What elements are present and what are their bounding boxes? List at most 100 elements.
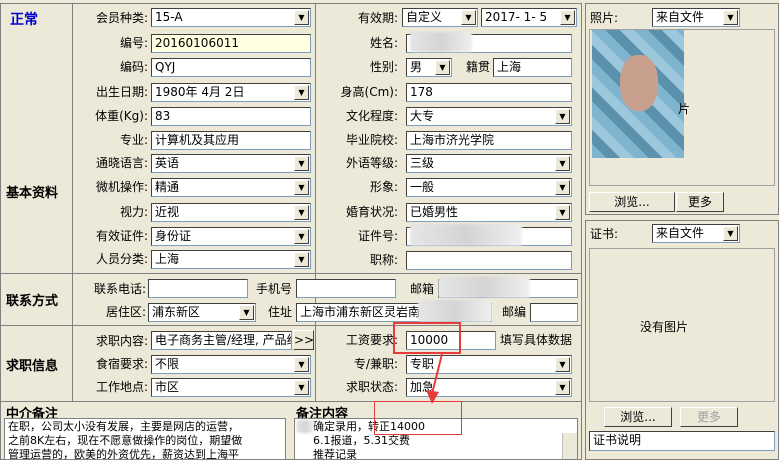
height-field[interactable]: 178 <box>406 83 572 102</box>
job-content-field[interactable]: 电子商务主管/经理, 产品经 <box>151 331 292 350</box>
email-redaction <box>438 276 530 298</box>
birth-date-label: 出生日期: <box>95 85 148 99</box>
certificate-source-value: 来自文件 <box>656 226 705 240</box>
major-field[interactable]: 计算机及其应用 <box>151 131 311 150</box>
major-label: 专业: <box>119 133 148 147</box>
chevron-down-icon[interactable]: ▼ <box>723 226 738 241</box>
weight-field[interactable]: 83 <box>151 107 311 126</box>
chevron-down-icon[interactable]: ▼ <box>294 85 309 100</box>
status-label: 正常 <box>10 12 38 28</box>
remark-line: 推荐记录 <box>313 448 357 460</box>
education-select[interactable]: 大专 ▼ <box>406 107 572 126</box>
photo-face <box>620 55 658 111</box>
chevron-down-icon[interactable]: ▼ <box>555 109 570 124</box>
marital-select[interactable]: 已婚男性 ▼ <box>406 203 572 222</box>
meal-select[interactable]: 不限 ▼ <box>151 355 311 374</box>
number-label: 编号: <box>119 36 148 50</box>
chevron-down-icon[interactable]: ▼ <box>461 10 476 25</box>
chevron-down-icon[interactable]: ▼ <box>555 380 570 395</box>
chevron-down-icon[interactable]: ▼ <box>560 10 575 25</box>
height-label: 身高(Cm): <box>340 85 398 99</box>
section-divider-job <box>0 401 582 402</box>
agency-note-textarea[interactable]: 在职，公司太小没有发展，主要是网店的运营， 之前8K左右，现在不愿意做操作的岗位… <box>4 418 286 460</box>
category-select[interactable]: 上海 ▼ <box>151 250 311 269</box>
vision-value: 近视 <box>155 205 180 219</box>
chevron-down-icon[interactable]: ▼ <box>294 205 309 220</box>
education-label: 文化程度: <box>345 109 398 123</box>
salary-highlight-box <box>393 322 461 354</box>
postcode-field[interactable] <box>530 303 578 322</box>
chevron-down-icon[interactable]: ▼ <box>723 10 738 25</box>
chevron-down-icon[interactable]: ▼ <box>294 10 309 25</box>
native-place-field[interactable]: 上海 <box>493 58 572 77</box>
photo-more-button[interactable]: 更多 <box>676 192 724 212</box>
language-select[interactable]: 英语 ▼ <box>151 154 311 173</box>
chevron-down-icon[interactable]: ▼ <box>239 305 254 320</box>
remark-highlight-box <box>374 401 462 435</box>
image-select[interactable]: 一般 ▼ <box>406 178 572 197</box>
id-number-label: 证件号: <box>357 229 398 243</box>
section-divider-contact <box>0 325 582 326</box>
certificate-no-image-text: 没有图片 <box>640 320 689 334</box>
job-title-label: 职称: <box>369 253 398 267</box>
chevron-down-icon[interactable]: ▼ <box>555 156 570 171</box>
chevron-down-icon[interactable]: ▼ <box>555 180 570 195</box>
chevron-down-icon[interactable]: ▼ <box>294 180 309 195</box>
gender-label: 性别: <box>369 60 398 74</box>
agency-note-line: 在职，公司太小没有发展，主要是网店的运营， <box>8 420 239 433</box>
job-content-more-button[interactable]: >> <box>293 330 314 350</box>
photo-source-select[interactable]: 来自文件 ▼ <box>652 8 740 27</box>
remark-scrollbar[interactable] <box>562 433 577 459</box>
work-location-label: 工作地点: <box>95 380 148 394</box>
chevron-down-icon[interactable]: ▼ <box>294 380 309 395</box>
chevron-down-icon[interactable]: ▼ <box>555 357 570 372</box>
member-type-select[interactable]: 15-A ▼ <box>151 8 311 27</box>
postcode-label: 邮编 <box>501 305 526 319</box>
school-label: 毕业院校: <box>345 133 398 147</box>
contact-title: 联系方式 <box>6 294 59 309</box>
birth-date-value: 1980年 4月 2日 <box>155 85 245 99</box>
annotation-arrow-icon <box>426 353 443 404</box>
photo-label: 照片: <box>590 11 619 25</box>
district-select[interactable]: 浦东新区 ▼ <box>148 303 256 322</box>
certificate-browse-button[interactable]: 浏览... <box>604 407 672 427</box>
section-divider-basic <box>0 273 582 274</box>
agency-note-line: 管理运营的，欧美的外资优先，薪资达到上海平 <box>8 448 239 460</box>
chevron-down-icon[interactable]: ▼ <box>435 60 450 75</box>
validity-mode-value: 自定义 <box>406 10 443 24</box>
chevron-down-icon[interactable]: ▼ <box>555 205 570 220</box>
name-label: 姓名: <box>369 36 398 50</box>
validity-mode-select[interactable]: 自定义 ▼ <box>402 8 478 27</box>
code-label: 编码: <box>119 60 148 74</box>
certificate-source-select[interactable]: 来自文件 ▼ <box>652 224 740 243</box>
number-field[interactable]: 20160106011 <box>151 34 311 53</box>
validity-date-picker[interactable]: 2017- 1- 5 ▼ <box>481 8 577 27</box>
job-title-field[interactable] <box>406 251 572 270</box>
certificate-description-field[interactable]: 证书说明 <box>589 431 775 451</box>
gender-select[interactable]: 男 ▼ <box>406 58 452 77</box>
computer-skill-select[interactable]: 精通 ▼ <box>151 178 311 197</box>
vision-label: 视力: <box>119 205 148 219</box>
image-value: 一般 <box>410 180 435 194</box>
salary-label: 工资要求: <box>345 333 398 347</box>
chevron-down-icon[interactable]: ▼ <box>294 357 309 372</box>
code-field[interactable]: QYJ <box>151 58 311 77</box>
mobile-field[interactable] <box>296 279 396 298</box>
photo-browse-button[interactable]: 浏览... <box>589 192 675 212</box>
work-location-select[interactable]: 市区 ▼ <box>151 378 311 397</box>
chevron-down-icon[interactable]: ▼ <box>294 229 309 244</box>
category-label: 人员分类: <box>95 252 148 266</box>
chevron-down-icon[interactable]: ▼ <box>294 252 309 267</box>
phone-field[interactable] <box>148 279 248 298</box>
validity-label: 有效期: <box>357 11 398 25</box>
foreign-level-label: 外语等级: <box>345 156 398 170</box>
left-column-divider <box>72 3 73 402</box>
district-value: 浦东新区 <box>152 305 201 319</box>
id-type-select[interactable]: 身份证 ▼ <box>151 227 311 246</box>
address-label: 住址 <box>267 305 292 319</box>
chevron-down-icon[interactable]: ▼ <box>294 156 309 171</box>
birth-date-picker[interactable]: 1980年 4月 2日 ▼ <box>151 83 311 102</box>
school-field[interactable]: 上海市济光学院 <box>406 131 572 150</box>
vision-select[interactable]: 近视 ▼ <box>151 203 311 222</box>
foreign-level-select[interactable]: 三级 ▼ <box>406 154 572 173</box>
